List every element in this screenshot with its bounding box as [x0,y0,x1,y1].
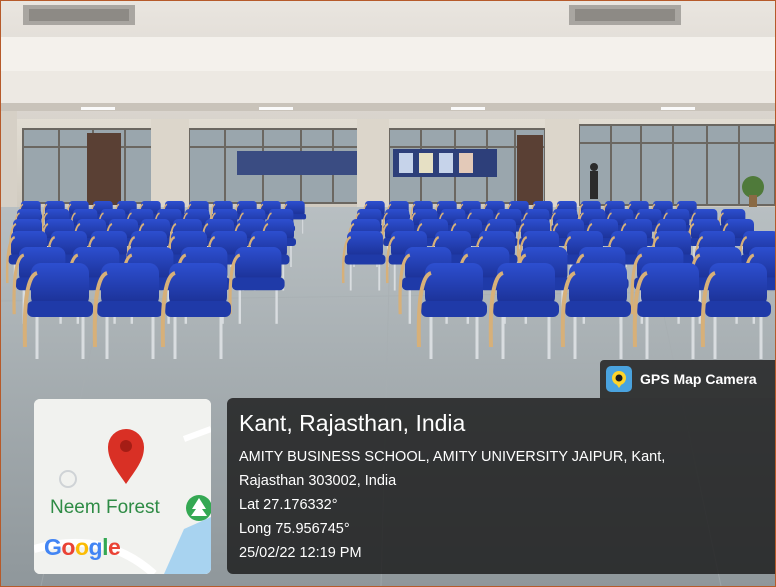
datetime-value: 25/02/22 12:19 PM [239,545,362,561]
location-title: Kant, Rajasthan, India [239,410,466,436]
photo-frame: GPS Map Camera Neem Forest Google Kant, … [0,0,776,587]
longitude-value: Long 75.956745° [239,521,350,537]
address-line-1: AMITY BUSINESS SCHOOL, AMITY UNIVERSITY … [239,449,666,465]
location-info-panel: Kant, Rajasthan, India AMITY BUSINESS SC… [227,398,775,574]
gps-map-camera-badge: GPS Map Camera [600,360,775,398]
google-logo: Google [44,534,121,560]
gps-map-camera-app-icon [606,366,632,392]
latitude-value: Lat 27.176332° [239,497,338,513]
address-line-2: Rajasthan 303002, India [239,473,397,489]
map-thumbnail: Neem Forest Google [34,399,211,574]
gps-map-camera-label: GPS Map Camera [640,371,757,387]
